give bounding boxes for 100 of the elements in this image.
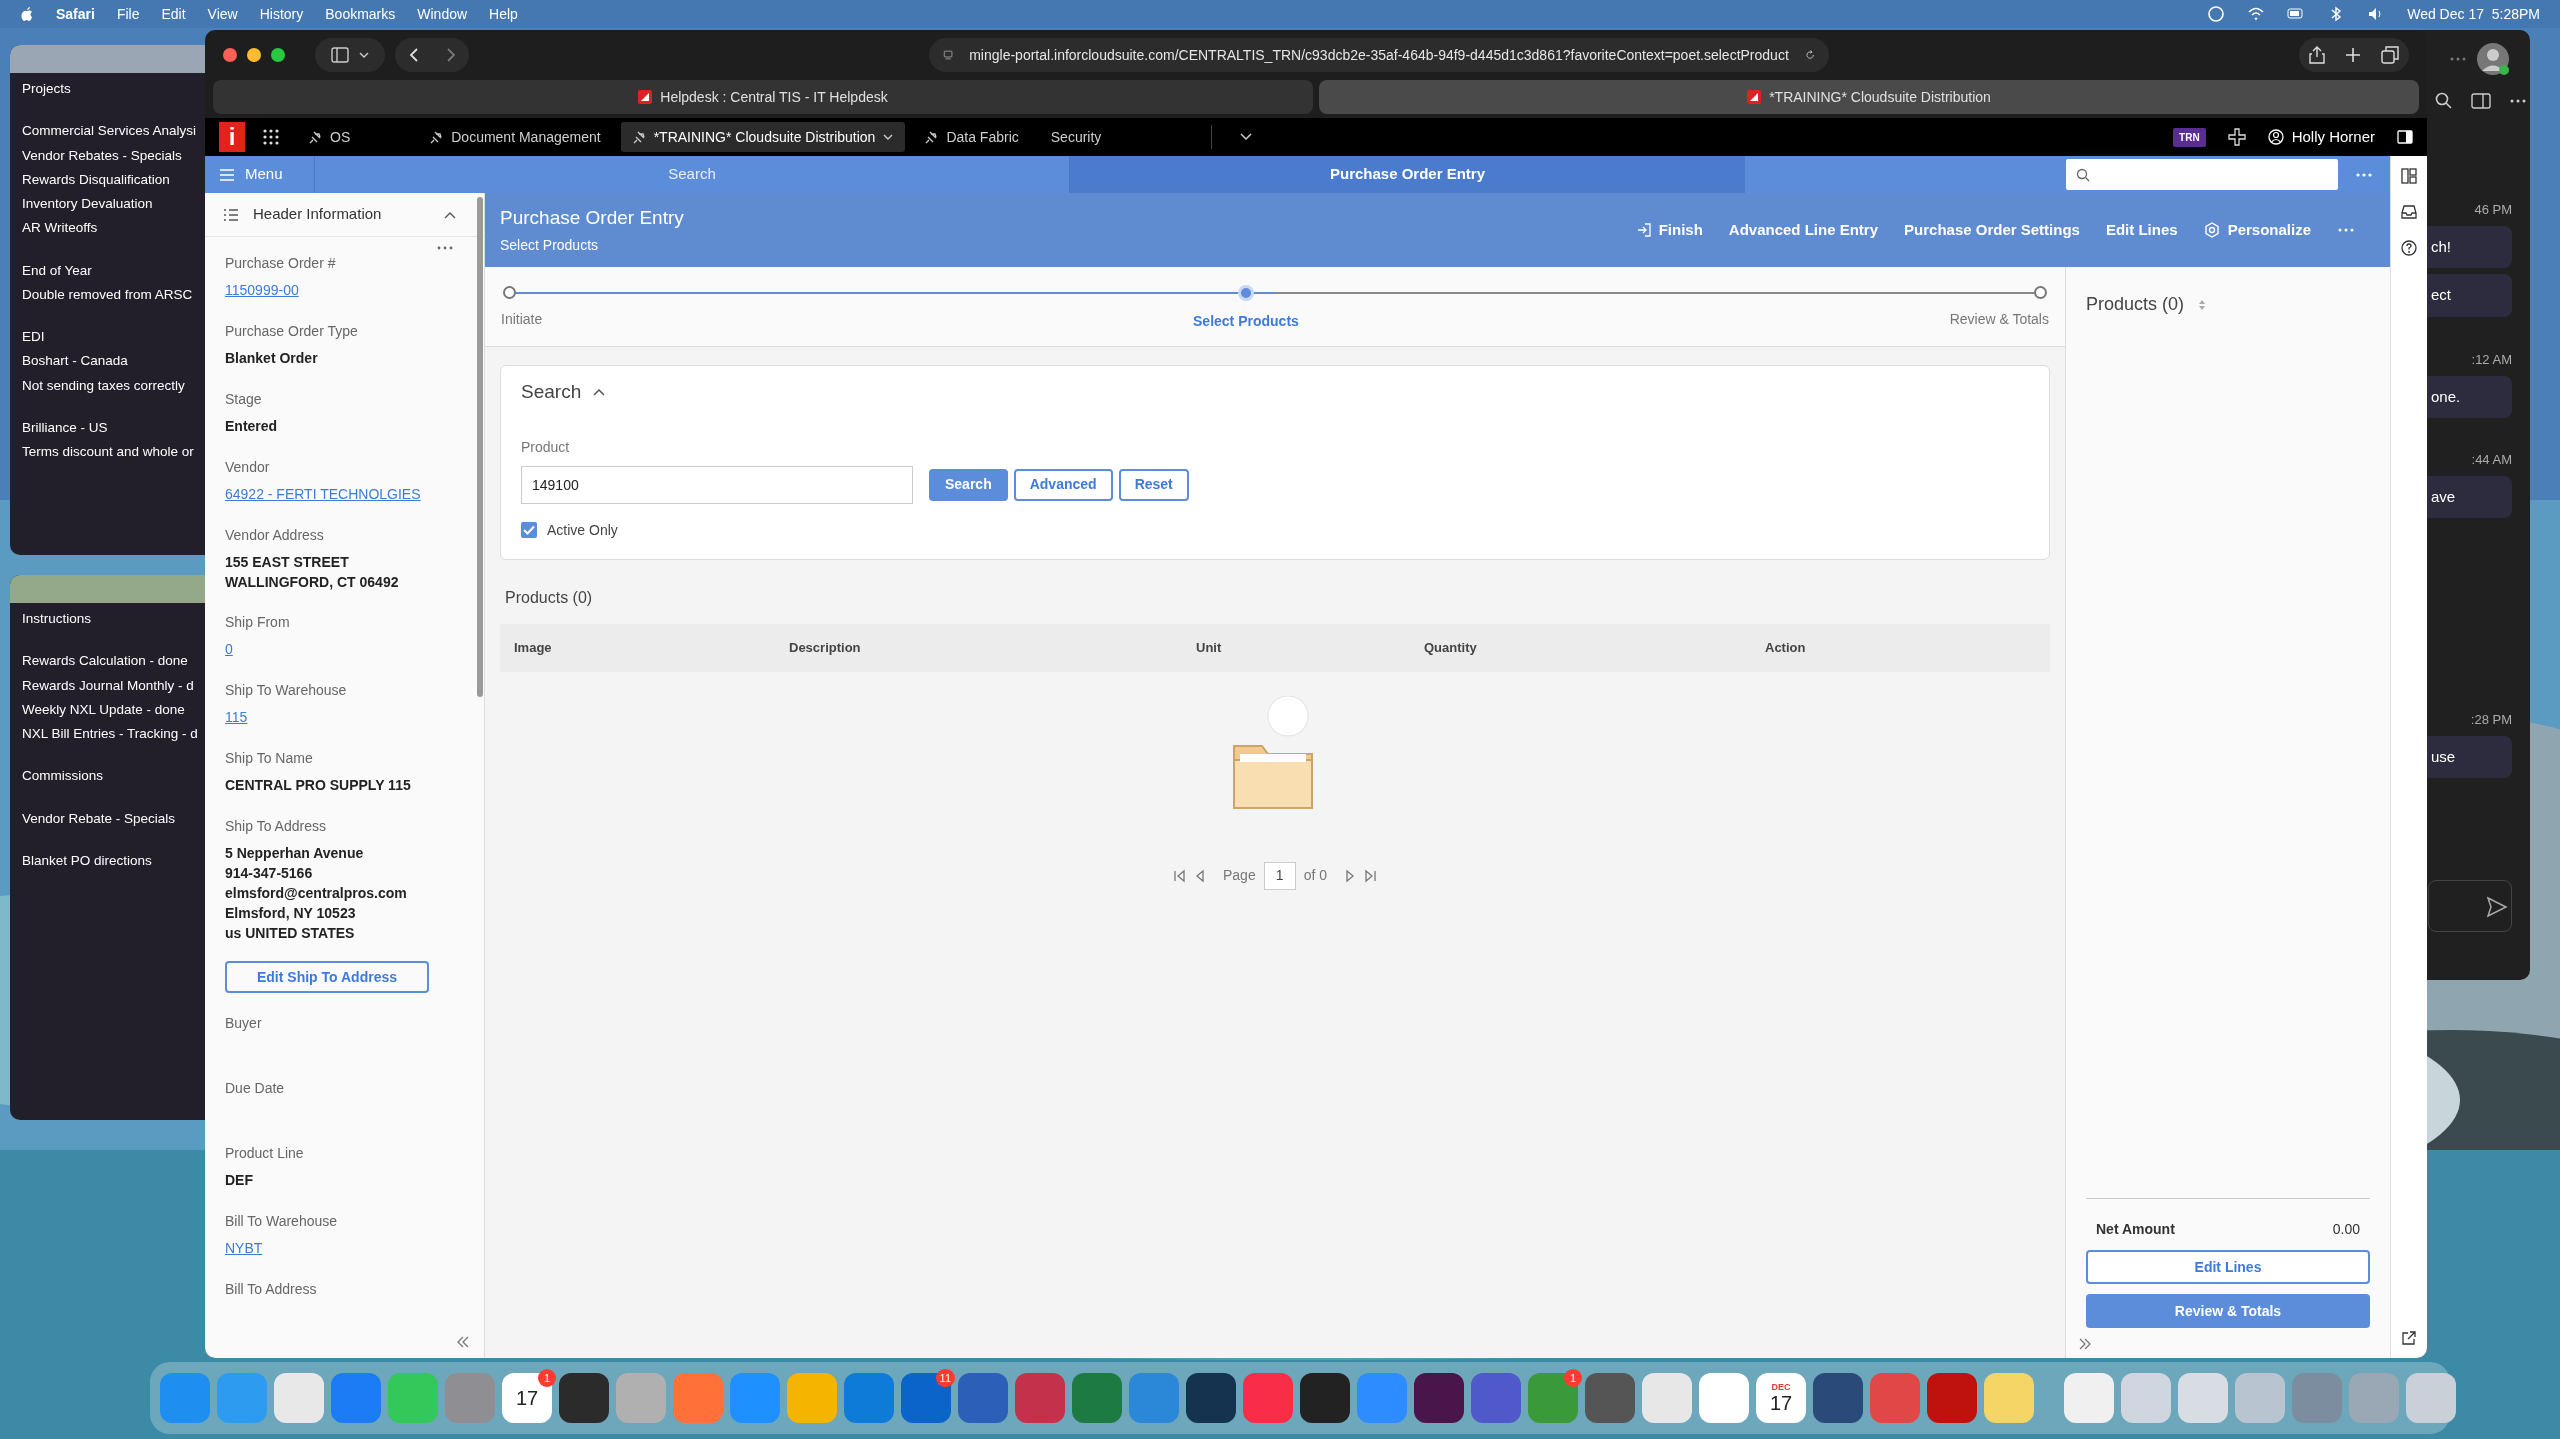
app-icon[interactable]	[1585, 1373, 1635, 1423]
step-marker[interactable]	[2034, 286, 2048, 299]
edit-address-button[interactable]: Edit Ship To Address	[225, 961, 429, 993]
tabs-icon[interactable]	[2381, 46, 2399, 64]
search-icon[interactable]	[2435, 92, 2453, 110]
user-icon	[2267, 129, 2284, 145]
step-label[interactable]: Initiate	[501, 309, 543, 330]
menu-item[interactable]: Window	[417, 3, 468, 25]
app-icon[interactable]	[1186, 1373, 1236, 1423]
inbox-icon[interactable]	[2401, 204, 2417, 220]
message-field[interactable]	[2428, 880, 2512, 932]
menu-item[interactable]: History	[259, 3, 304, 25]
menu-item[interactable]: File	[116, 3, 140, 25]
app-grid-icon[interactable]	[263, 129, 279, 145]
app-icon[interactable]	[1699, 1373, 1749, 1423]
search-button[interactable]: Search	[929, 468, 1008, 501]
scrollbar-thumb[interactable]	[477, 197, 483, 697]
previous-page-icon[interactable]	[1194, 868, 1205, 883]
portal-tab[interactable]: Security	[1038, 122, 1114, 152]
message-bubble: ave	[2427, 475, 2512, 518]
note-line: Vendor Rebate - Specials	[22, 809, 177, 828]
menu-item[interactable]: Edit	[161, 3, 186, 25]
column-header[interactable]: Unit	[1196, 637, 1424, 658]
app-icon[interactable]: DEC 17	[1756, 1373, 1806, 1423]
close-icon[interactable]	[223, 48, 237, 62]
field-link[interactable]: 64922 - FERTI TECHNOLGIES	[225, 484, 421, 505]
field-link[interactable]: 1150999-00	[225, 280, 299, 301]
plus-icon[interactable]	[2345, 47, 2361, 63]
portal-tab[interactable]: Data Fabric	[913, 122, 1031, 152]
menu-bar-clock[interactable]: Wed Dec 17 5:28PM	[2407, 3, 2540, 25]
note-line: Instructions	[22, 610, 93, 628]
toolbar-button[interactable]: Purchase Order Settings	[1904, 218, 2080, 242]
column-header[interactable]: Action	[1765, 637, 1965, 658]
maximize-icon[interactable]	[271, 48, 285, 62]
app-icon[interactable]	[1813, 1373, 1863, 1423]
back-icon[interactable]	[407, 47, 420, 63]
toolbar-button[interactable]: Advanced Line Entry	[1728, 218, 1879, 242]
portal-tab[interactable]: OS	[297, 122, 363, 152]
column-header[interactable]: Quantity	[1424, 637, 1765, 658]
app-icon[interactable]	[1414, 1373, 1464, 1423]
review-totals-button[interactable]: Review & Totals	[2086, 1294, 2370, 1328]
toolbar-button[interactable]: Edit Lines	[2105, 218, 2178, 242]
note-line: NXL Bill Entries - Tracking - d	[22, 725, 199, 743]
reset-button[interactable]: Reset	[1118, 468, 1189, 501]
forward-icon[interactable]	[444, 47, 457, 63]
edit-lines-button[interactable]: Edit Lines	[2086, 1250, 2370, 1284]
checkbox[interactable]	[521, 522, 537, 538]
menu-item[interactable]: View	[207, 3, 238, 25]
send-icon[interactable]	[2486, 896, 2508, 918]
active-only-checkbox[interactable]: Active Only	[521, 519, 618, 541]
sidebar-button[interactable]	[315, 38, 385, 72]
search-field[interactable]	[2066, 159, 2338, 190]
chevron-down-icon[interactable]	[1240, 133, 1253, 141]
browser-tab[interactable]: Helpdesk : Central TIS - IT Helpdesk	[213, 80, 1313, 114]
step-label[interactable]: Select Products	[1193, 311, 1299, 332]
app-tab[interactable]: Purchase Order Entry	[1070, 156, 1745, 193]
user-menu[interactable]: Holly Horner	[2267, 125, 2375, 149]
app-logo[interactable]: i	[219, 122, 245, 152]
app-icon[interactable]	[559, 1373, 609, 1423]
menu-item[interactable]: Bookmarks	[325, 3, 396, 25]
status-icon[interactable]	[2207, 5, 2226, 23]
first-page-icon[interactable]	[1172, 868, 1187, 883]
panel-icon[interactable]	[2397, 130, 2413, 144]
toolbar-button[interactable]: Finish	[1636, 218, 1703, 242]
step-marker[interactable]	[502, 286, 516, 299]
field-link[interactable]: 0	[225, 639, 233, 660]
expand-icon[interactable]	[2078, 1338, 2092, 1350]
plus-icon[interactable]	[2227, 128, 2246, 146]
step-label[interactable]: Review & Totals	[1949, 309, 2049, 330]
app-menu[interactable]: Safari	[56, 3, 95, 25]
browser-tab[interactable]: *TRAINING* Cloudsuite Distribution	[1319, 80, 2419, 114]
external-link-icon[interactable]	[2401, 1330, 2417, 1346]
portal-tab[interactable]: *TRAINING* Cloudsuite Distribution	[620, 122, 906, 152]
app-icon[interactable]	[1300, 1373, 1350, 1423]
column-header[interactable]: Image	[514, 637, 789, 658]
page-field[interactable]: 1	[1263, 861, 1296, 890]
last-page-icon[interactable]	[1363, 868, 1378, 883]
menu-item[interactable]: Help	[489, 3, 518, 25]
note-line: Rewards Calculation - done	[22, 652, 189, 671]
wifi-icon[interactable]	[2247, 5, 2266, 23]
share-icon[interactable]	[2309, 46, 2325, 64]
layout-icon[interactable]	[2401, 168, 2417, 184]
page-count: of 0	[1303, 866, 1328, 885]
product-field[interactable]: 149100	[521, 465, 913, 504]
advanced-button[interactable]: Advanced	[1013, 468, 1113, 501]
column-header[interactable]: Description	[789, 637, 1196, 658]
section-toggle[interactable]: Search	[521, 378, 606, 407]
toolbar-button[interactable]: Personalize	[2203, 218, 2311, 242]
help-icon[interactable]	[2401, 240, 2417, 256]
field-link[interactable]: NYBT	[225, 1238, 263, 1259]
next-page-icon[interactable]	[1345, 868, 1356, 883]
message-bubble: one.	[2427, 375, 2512, 418]
chevron-up-icon[interactable]	[444, 210, 456, 219]
sidebar-icon[interactable]	[2471, 93, 2491, 109]
address-bar[interactable]: mingle-portal.inforcloudsuite.com/CENTRALTIS_TRN/c93dcb2e-35af-464b-94f9-d445d1c3d861?favoriteContext=poet.selectProduct	[929, 38, 1829, 72]
portal-tab[interactable]: Document Management	[418, 122, 613, 152]
collapse-icon[interactable]	[456, 1336, 470, 1348]
minimize-icon[interactable]	[247, 48, 261, 62]
sort-icon[interactable]	[2198, 298, 2207, 311]
field-link[interactable]: 115	[225, 707, 248, 728]
